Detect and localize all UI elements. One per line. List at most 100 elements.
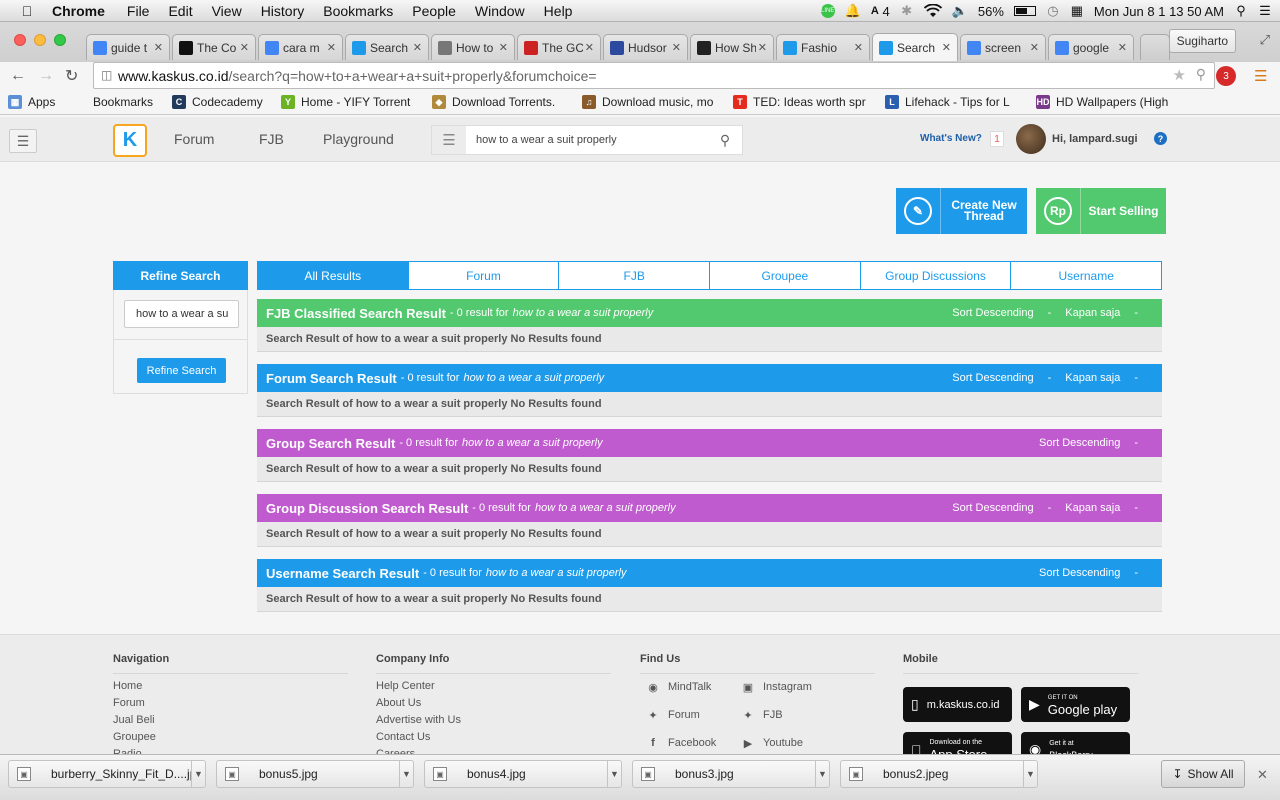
zoom-icon[interactable]: ⚲ — [1196, 66, 1206, 83]
browser-tab[interactable]: The GC ✕ — [517, 34, 601, 60]
sort-dropdown[interactable]: Sort Descending — [1039, 567, 1120, 579]
bookmark-star-icon[interactable]: ★ — [1173, 66, 1186, 84]
sort-dropdown[interactable]: Sort Descending — [952, 307, 1033, 319]
bookmark-hd-wallpapers[interactable]: HD HD Wallpapers (High — [1036, 95, 1171, 109]
help-icon[interactable]: ? — [1154, 132, 1167, 145]
browser-tab[interactable]: cara m ✕ — [258, 34, 343, 60]
bookmark-ted[interactable]: T TED: Ideas worth spr — [733, 95, 867, 109]
bookmark-bookmarks[interactable]: Bookmarks — [93, 95, 163, 109]
menu-edit[interactable]: Edit — [168, 3, 192, 19]
window-zoom-button[interactable] — [54, 34, 66, 46]
find-instagram[interactable]: ▣ Instagram — [740, 680, 812, 694]
menu-bookmarks[interactable]: Bookmarks — [323, 3, 393, 19]
avatar[interactable] — [1016, 124, 1046, 154]
menu-file[interactable]: File — [127, 3, 150, 19]
chrome-menu-icon[interactable]: ☰ — [1254, 67, 1267, 85]
kaskus-logo[interactable]: K — [113, 124, 147, 157]
bookmark-yify[interactable]: Y Home - YIFY Torrent — [281, 95, 414, 109]
tab-group-discussions[interactable]: Group Discussions — [859, 262, 1011, 289]
calendar-icon[interactable]: ▦ — [1070, 3, 1084, 19]
profile-button[interactable]: Sugiharto — [1168, 29, 1236, 53]
search-icon[interactable]: ⚲ — [708, 132, 742, 149]
refine-search-input[interactable] — [124, 300, 239, 328]
footer-link-jual-beli[interactable]: Jual Beli — [113, 714, 348, 731]
download-item[interactable]: ▣ burberry_Skinny_Fit_D....jpg ▼ — [8, 760, 206, 788]
close-tab-icon[interactable]: ✕ — [585, 41, 594, 54]
tab-username[interactable]: Username — [1010, 262, 1162, 289]
fullscreen-icon[interactable]: ⤢ — [1260, 32, 1270, 48]
chevron-down-icon[interactable]: ▼ — [399, 761, 413, 787]
find-facebook[interactable]: f Facebook — [645, 736, 716, 750]
window-minimize-button[interactable] — [34, 34, 46, 46]
time-filter-dropdown[interactable]: Kapan saja — [1065, 502, 1120, 514]
window-close-button[interactable] — [14, 34, 26, 46]
close-tab-icon[interactable]: ✕ — [854, 41, 863, 54]
tab-forum[interactable]: Forum — [407, 262, 559, 289]
browser-tab[interactable]: Search ✕ — [345, 34, 429, 60]
line-icon[interactable]: LINE — [820, 3, 835, 19]
footer-link-groupee[interactable]: Groupee — [113, 731, 348, 748]
badge-google-play[interactable]: ▶ GET IT ON Google play — [1021, 687, 1130, 722]
menu-history[interactable]: History — [261, 3, 305, 19]
close-tab-icon[interactable]: ✕ — [672, 41, 681, 54]
browser-tab[interactable]: screen ✕ — [960, 34, 1046, 60]
site-search-input[interactable] — [466, 126, 708, 154]
nav-forum[interactable]: Forum — [174, 131, 214, 147]
spotlight-search-icon[interactable]: ⚲ — [1234, 3, 1248, 19]
tab-all-results[interactable]: All Results — [258, 262, 408, 289]
address-bar[interactable]: ◫ www.kaskus.co.id/search?q=how+to+a+wea… — [93, 62, 1215, 89]
menu-view[interactable]: View — [212, 3, 242, 19]
close-tab-icon[interactable]: ✕ — [240, 41, 249, 54]
footer-link-home[interactable]: Home — [113, 680, 348, 697]
chevron-down-icon[interactable]: ▼ — [1023, 761, 1037, 787]
sort-dropdown[interactable]: Sort Descending — [952, 502, 1033, 514]
bookmark-lifehack[interactable]: L Lifehack - Tips for L — [885, 95, 1018, 109]
browser-tab[interactable]: guide t ✕ — [86, 34, 170, 60]
browser-tab[interactable]: Hudsor ✕ — [603, 34, 688, 60]
create-thread-button[interactable]: ✎ Create New Thread — [896, 188, 1027, 234]
forward-arrow-icon[interactable]: → — [38, 67, 54, 85]
badge-mobile-site[interactable]: ▯ m.kaskus.co.id — [903, 687, 1012, 722]
back-arrow-icon[interactable]: ← — [10, 67, 26, 85]
close-tab-icon[interactable]: ✕ — [327, 41, 336, 54]
notification-center-icon[interactable]: ☰ — [1258, 3, 1272, 19]
menu-help[interactable]: Help — [544, 3, 573, 19]
time-filter-dropdown[interactable]: Kapan saja — [1065, 307, 1120, 319]
section-title[interactable]: Forum Search Result — [266, 371, 397, 386]
close-tab-icon[interactable]: ✕ — [1118, 41, 1127, 54]
bookmark-codecademy[interactable]: C Codecademy — [172, 95, 267, 109]
section-title[interactable]: Group Discussion Search Result — [266, 501, 468, 516]
browser-tab[interactable]: How to ✕ — [431, 34, 515, 60]
browser-tab[interactable]: Search ✕ — [872, 33, 958, 61]
start-selling-button[interactable]: Rp Start Selling — [1036, 188, 1166, 234]
menu-window[interactable]: Window — [475, 3, 525, 19]
close-tab-icon[interactable]: ✕ — [154, 41, 163, 54]
sort-dropdown[interactable]: Sort Descending — [952, 372, 1033, 384]
download-item[interactable]: ▣ bonus4.jpg ▼ — [424, 760, 622, 788]
refine-search-button[interactable]: Refine Search — [137, 358, 226, 383]
close-tab-icon[interactable]: ✕ — [758, 41, 767, 54]
download-item[interactable]: ▣ bonus3.jpg ▼ — [632, 760, 830, 788]
close-tab-icon[interactable]: ✕ — [942, 41, 951, 54]
apple-menu-icon[interactable]:  — [18, 3, 36, 19]
download-item[interactable]: ▣ bonus5.jpg ▼ — [216, 760, 414, 788]
hamburger-menu-icon[interactable]: ☰ — [9, 129, 37, 153]
bookmark-download-music[interactable]: ♫ Download music, mo — [582, 95, 717, 109]
battery-icon[interactable] — [1013, 3, 1036, 19]
show-all-downloads-button[interactable]: ↧ Show All — [1161, 760, 1245, 788]
sort-dropdown[interactable]: Sort Descending — [1039, 437, 1120, 449]
close-tab-icon[interactable]: ✕ — [413, 41, 422, 54]
download-item[interactable]: ▣ bonus2.jpeg ▼ — [840, 760, 1038, 788]
section-title[interactable]: Username Search Result — [266, 566, 419, 581]
menu-people[interactable]: People — [412, 3, 456, 19]
close-icon[interactable]: ✕ — [1257, 767, 1268, 783]
section-title[interactable]: FJB Classified Search Result — [266, 306, 446, 321]
footer-link-help-center[interactable]: Help Center — [376, 680, 611, 697]
find-twitter-fjb[interactable]: ✦ FJB — [740, 708, 782, 722]
bookmark-apps[interactable]: ▦ Apps — [8, 95, 88, 109]
close-tab-icon[interactable]: ✕ — [1030, 41, 1039, 54]
footer-link-about-us[interactable]: About Us — [376, 697, 611, 714]
section-title[interactable]: Group Search Result — [266, 436, 395, 451]
user-greeting[interactable]: Hi, lampard.sugi — [1052, 133, 1138, 145]
search-category-menu-icon[interactable]: ☰ — [432, 126, 466, 154]
